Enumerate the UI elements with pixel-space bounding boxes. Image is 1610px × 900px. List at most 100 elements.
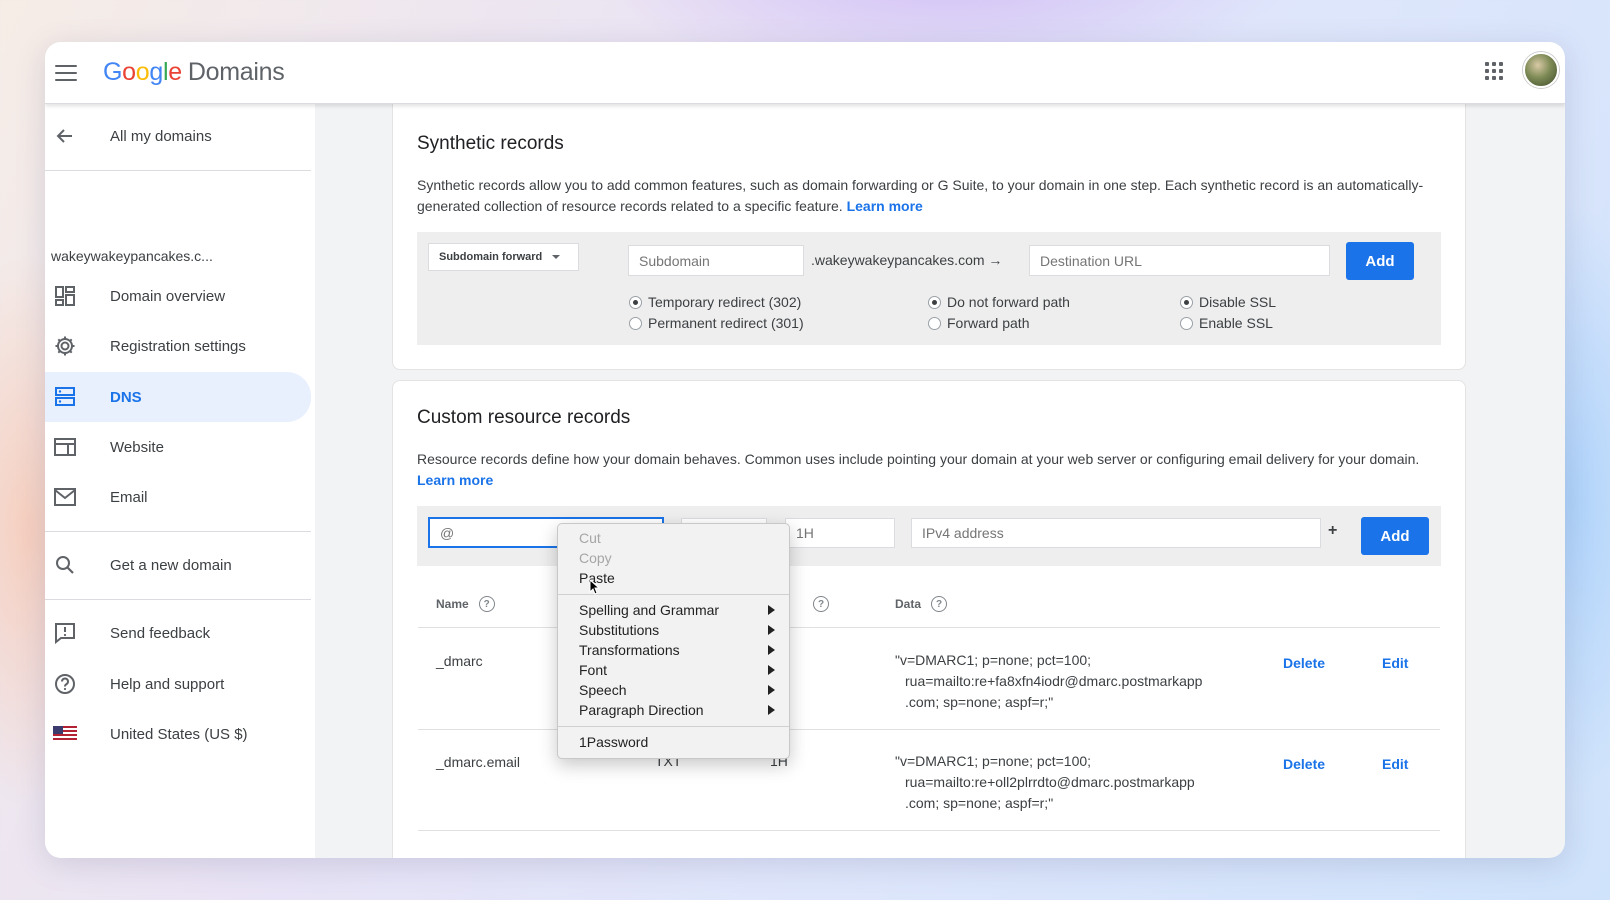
apps-grid-icon[interactable] [1485, 62, 1503, 80]
submenu-arrow-icon [768, 605, 775, 615]
ttl-input[interactable] [785, 518, 895, 548]
back-label: All my domains [110, 127, 212, 145]
radio-label: Enable SSL [1199, 315, 1273, 331]
data-line: "v=DMARC1; p=none; pct=100; [895, 652, 1092, 668]
gear-icon [53, 334, 77, 358]
radio-forward-path[interactable]: Forward path [928, 315, 1029, 331]
data-input[interactable] [911, 518, 1321, 548]
learn-more-link[interactable]: Learn more [417, 472, 493, 488]
mouse-cursor-icon [589, 579, 601, 595]
edit-record-button[interactable]: Edit [1382, 756, 1408, 772]
section-title: Synthetic records [417, 133, 564, 154]
menu-item-spelling[interactable]: Spelling and Grammar [558, 600, 789, 620]
get-new-domain[interactable]: Get a new domain [45, 541, 311, 589]
dashboard-icon [53, 284, 77, 308]
data-line: .com; sp=none; aspf=r;" [905, 795, 1054, 811]
record-name: _dmarc [436, 653, 483, 669]
column-label: Data [895, 597, 922, 611]
add-synthetic-button[interactable]: Add [1346, 242, 1414, 280]
edit-record-button[interactable]: Edit [1382, 655, 1408, 671]
data-line: rua=mailto:re+fa8xfn4iodr@dmarc.postmark… [905, 673, 1203, 689]
radio-button[interactable] [629, 295, 642, 309]
menu-item-font[interactable]: Font [558, 660, 789, 680]
region-selector[interactable]: United States (US $) [45, 710, 311, 758]
help-icon[interactable]: ? [813, 596, 829, 612]
destination-url-input[interactable] [1029, 245, 1330, 276]
section-title: Custom resource records [417, 407, 631, 428]
subdomain-input[interactable] [628, 245, 804, 276]
search-icon [53, 553, 77, 577]
product-name: Domains [187, 58, 285, 86]
column-header-data: Data? [895, 596, 948, 612]
radio-button[interactable] [928, 295, 941, 309]
back-all-domains[interactable]: All my domains [45, 112, 311, 160]
help-and-support[interactable]: Help and support [45, 660, 311, 708]
delete-record-button[interactable]: Delete [1283, 756, 1325, 772]
data-line: .com; sp=none; aspf=r;" [905, 694, 1054, 710]
menu-item-copy: Copy [579, 550, 612, 566]
feedback-icon [53, 621, 77, 645]
radio-button[interactable] [1180, 295, 1193, 309]
sidebar-item-dns[interactable]: DNS [45, 372, 311, 422]
radio-button[interactable] [629, 316, 642, 330]
context-menu: Cut Copy Paste Spelling and Grammar Subs… [557, 523, 790, 759]
divider [45, 170, 311, 171]
radio-button[interactable] [1180, 316, 1193, 330]
sidebar-item-label: Domain overview [110, 287, 226, 305]
domain-suffix: .wakeywakeypancakes.com → [811, 252, 1003, 268]
submenu-arrow-icon [768, 645, 775, 655]
arrow-back-icon [53, 124, 77, 148]
divider [45, 599, 311, 600]
menu-icon[interactable] [55, 64, 77, 81]
column-header-name: Name? [436, 596, 495, 612]
submenu-arrow-icon [768, 685, 775, 695]
send-feedback[interactable]: Send feedback [45, 609, 311, 657]
help-icon[interactable]: ? [931, 596, 948, 612]
radio-disable-ssl[interactable]: Disable SSL [1180, 294, 1276, 310]
menu-item-substitutions[interactable]: Substitutions [558, 620, 789, 640]
radio-permanent-redirect[interactable]: Permanent redirect (301) [629, 315, 804, 331]
add-data-plus[interactable]: + [1328, 522, 1337, 540]
menu-item-transformations[interactable]: Transformations [558, 640, 789, 660]
help-icon[interactable]: ? [478, 596, 495, 612]
region-label: United States (US $) [110, 725, 248, 743]
avatar[interactable] [1523, 52, 1559, 88]
description-text: Resource records define how your domain … [417, 451, 1420, 467]
google-domains-logo[interactable]: Google Domains [103, 58, 285, 87]
radio-temporary-redirect[interactable]: Temporary redirect (302) [629, 294, 801, 310]
radio-label: Disable SSL [1199, 294, 1277, 310]
add-record-button[interactable]: Add [1361, 517, 1429, 555]
select-value: Subdomain forward [439, 251, 543, 263]
logo-letter: o [135, 58, 150, 86]
delete-record-button[interactable]: Delete [1283, 655, 1325, 671]
column-label: Name [436, 597, 469, 611]
sidebar-item-registration-settings[interactable]: Registration settings [45, 322, 311, 370]
radio-do-not-forward-path[interactable]: Do not forward path [928, 294, 1070, 310]
sidebar-item-label: Registration settings [110, 337, 246, 355]
help-label: Help and support [110, 675, 225, 693]
browser-window: Google Domains All my domains wakeywakey… [45, 42, 1565, 858]
submenu-arrow-icon [768, 625, 775, 635]
radio-button[interactable] [928, 316, 941, 330]
learn-more-link[interactable]: Learn more [847, 198, 923, 214]
sidebar-item-domain-overview[interactable]: Domain overview [45, 272, 311, 320]
custom-records-card: Custom resource records Resource records… [392, 380, 1466, 858]
sidebar: All my domains wakeywakeypancakes.c... D… [45, 104, 315, 858]
radio-enable-ssl[interactable]: Enable SSL [1180, 315, 1273, 331]
radio-label: Permanent redirect (301) [648, 315, 804, 331]
record-type-select[interactable]: Subdomain forward [428, 243, 579, 271]
synthetic-form-panel: Subdomain forward .wakeywakeypancakes.co… [417, 232, 1441, 345]
record-name: _dmarc.email [436, 754, 521, 770]
menu-item-speech[interactable]: Speech [558, 680, 789, 700]
record-data: "v=DMARC1; p=none; pct=100; rua=mailto:r… [895, 650, 1202, 713]
us-flag-icon [53, 722, 77, 746]
sidebar-item-website[interactable]: Website [45, 423, 311, 471]
sidebar-item-label: Website [110, 438, 164, 456]
menu-item-1password[interactable]: 1Password [558, 732, 789, 752]
sidebar-item-email[interactable]: Email [45, 473, 311, 521]
sidebar-item-label: Email [110, 488, 148, 506]
get-domain-label: Get a new domain [110, 556, 232, 574]
website-icon [53, 435, 77, 459]
menu-item-paragraph-direction[interactable]: Paragraph Direction [558, 700, 789, 720]
